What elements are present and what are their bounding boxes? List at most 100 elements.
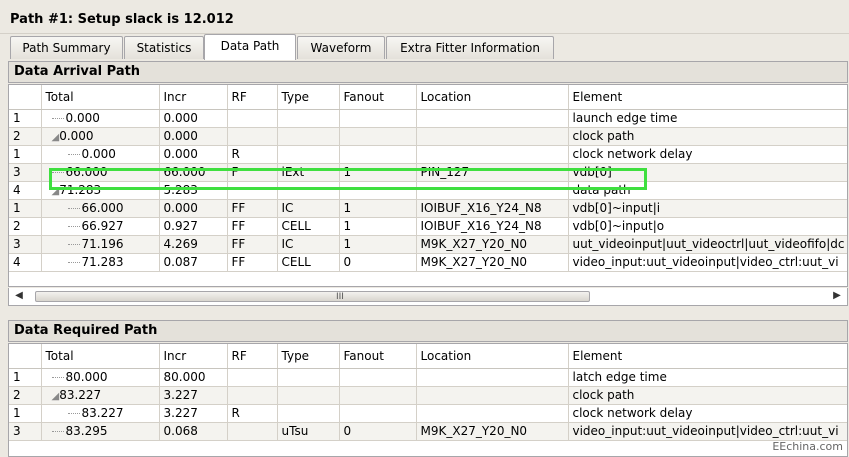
cell-element: clock network delay	[568, 404, 847, 423]
cell-incr: 0.927	[159, 217, 228, 236]
cell-type: uTsu	[277, 422, 340, 441]
cell-location: M9K_X27_Y20_N0	[416, 253, 569, 272]
table-row[interactable]: 2 ◢ 83.227 3.227 clock path	[9, 386, 847, 405]
column-header-location[interactable]: Location	[416, 85, 569, 110]
cell-idx: 1	[9, 404, 42, 423]
cell-rf: R	[227, 404, 278, 423]
table-row[interactable]: 1 83.227 3.227 Rclock network delay	[9, 404, 847, 423]
scrollbar-thumb[interactable]: III	[35, 291, 590, 302]
cell-location: M9K_X27_Y20_N0	[416, 235, 569, 254]
table-row[interactable]: 1 80.000 80.000 latch edge time	[9, 368, 847, 387]
table-row[interactable]: 1 66.000 0.000 FF IC 1 IOIBUF_X16_Y24_N8 vdb[0]…	[9, 199, 847, 218]
table-row[interactable]: 3 71.196 4.269 FF IC 1 M9K_X27_Y20_N0 uut_video…	[9, 235, 847, 254]
column-header-type[interactable]: Type	[277, 85, 340, 110]
cell-type	[277, 368, 340, 387]
column-header-index[interactable]	[9, 85, 42, 110]
cell-fanout	[339, 145, 417, 164]
arrival-header-row: Total Incr RF Type Fanout Location Eleme…	[9, 85, 847, 110]
cell-type	[277, 127, 340, 146]
cell-incr: 0.087	[159, 253, 228, 272]
cell-fanout: 1	[339, 217, 417, 236]
cell-incr: 3.227	[159, 404, 228, 423]
cell-fanout	[339, 368, 417, 387]
cell-idx: 3	[9, 422, 42, 441]
column-header-element[interactable]: Element	[568, 344, 847, 369]
cell-incr: 4.269	[159, 235, 228, 254]
title-bar: Path #1: Setup slack is 12.012	[0, 0, 849, 34]
cell-location	[416, 404, 569, 423]
tab-path-summary[interactable]: Path Summary	[10, 36, 123, 59]
cell-element: clock network delay	[568, 145, 847, 164]
cell-location: IOIBUF_X16_Y24_N8	[416, 199, 569, 218]
column-header-total[interactable]: Total	[41, 85, 160, 110]
scroll-left-icon[interactable]: ◀	[13, 290, 25, 301]
table-row[interactable]: 1 0.000 0.000 launch edge time	[9, 109, 847, 128]
column-header-fanout[interactable]: Fanout	[339, 85, 417, 110]
cell-rf	[227, 109, 278, 128]
required-table: Total Incr RF Type Fanout Location Eleme…	[9, 344, 847, 441]
table-row[interactable]: 1 0.000 0.000 Rclock network delay	[9, 145, 847, 164]
cell-idx: 1	[9, 199, 42, 218]
cell-incr: 0.000	[159, 109, 228, 128]
required-header-row: Total Incr RF Type Fanout Location Eleme…	[9, 344, 847, 369]
cell-total: 83.295	[41, 422, 160, 441]
cell-idx: 2	[9, 386, 42, 405]
cell-rf: FF	[227, 253, 278, 272]
cell-rf: FF	[227, 217, 278, 236]
cell-idx: 1	[9, 145, 42, 164]
table-row[interactable]: 4 71.283 0.087 FF CELL 0 M9K_X27_Y20_N0 video_i…	[9, 253, 847, 272]
cell-location: IOIBUF_X16_Y24_N8	[416, 217, 569, 236]
cell-idx: 2	[9, 127, 42, 146]
highlight-box	[49, 168, 647, 190]
column-header-fanout[interactable]: Fanout	[339, 344, 417, 369]
cell-fanout: 1	[339, 199, 417, 218]
tab-data-path[interactable]: Data Path	[204, 34, 296, 60]
cell-type	[277, 145, 340, 164]
cell-total: 66.927	[41, 217, 160, 236]
table-row[interactable]: 3 83.295 0.068 uTsu 0 M9K_X27_Y20_N0 video_inp…	[9, 422, 847, 441]
cell-element: vdb[0]~input|i	[568, 199, 847, 218]
cell-incr: 80.000	[159, 368, 228, 387]
cell-idx: 3	[9, 163, 42, 182]
required-section-title: Data Required Path	[8, 320, 848, 342]
cell-element: clock path	[568, 127, 847, 146]
horizontal-scrollbar[interactable]: ◀ III ▶	[8, 288, 848, 306]
scroll-right-icon[interactable]: ▶	[831, 290, 843, 301]
tab-waveform[interactable]: Waveform	[297, 36, 385, 59]
cell-fanout	[339, 127, 417, 146]
tree-connector-icon	[51, 431, 64, 432]
table-row[interactable]: 2 ◢ 0.000 0.000 clock path	[9, 127, 847, 146]
tab-statistics[interactable]: Statistics	[124, 36, 204, 59]
cell-element: launch edge time	[568, 109, 847, 128]
column-header-location[interactable]: Location	[416, 344, 569, 369]
column-header-incr[interactable]: Incr	[159, 344, 228, 369]
cell-incr: 0.000	[159, 127, 228, 146]
tree-connector-icon	[67, 208, 80, 209]
tree-connector-icon	[67, 154, 80, 155]
column-header-total[interactable]: Total	[41, 344, 160, 369]
cell-element: vdb[0]~input|o	[568, 217, 847, 236]
cell-rf	[227, 386, 278, 405]
scrollbar-grip: III	[336, 292, 344, 302]
total-value: 66.000	[81, 201, 124, 215]
cell-fanout	[339, 109, 417, 128]
total-value: 0.000	[65, 111, 100, 125]
window-title: Path #1: Setup slack is 12.012	[10, 12, 234, 27]
tab-extra-fitter-information[interactable]: Extra Fitter Information	[386, 36, 554, 59]
column-header-element[interactable]: Element	[568, 85, 847, 110]
column-header-rf[interactable]: RF	[227, 85, 278, 110]
total-value: 66.927	[81, 219, 124, 233]
cell-element: uut_videoinput|uut_videoctrl|uut_videofi…	[568, 235, 847, 254]
cell-rf	[227, 422, 278, 441]
table-row[interactable]: 2 66.927 0.927 FF CELL 1 IOIBUF_X16_Y24_N8 vdb[…	[9, 217, 847, 236]
cell-type: CELL	[277, 217, 340, 236]
arrival-table-body: 1 0.000 0.000 launch edge time 2 ◢ 0.000 0.000…	[9, 109, 847, 272]
tree-connector-icon	[67, 262, 80, 263]
column-header-incr[interactable]: Incr	[159, 85, 228, 110]
total-value: 80.000	[65, 370, 108, 384]
cell-total: 80.000	[41, 368, 160, 387]
column-header-rf[interactable]: RF	[227, 344, 278, 369]
column-header-index[interactable]	[9, 344, 42, 369]
cell-location	[416, 145, 569, 164]
column-header-type[interactable]: Type	[277, 344, 340, 369]
